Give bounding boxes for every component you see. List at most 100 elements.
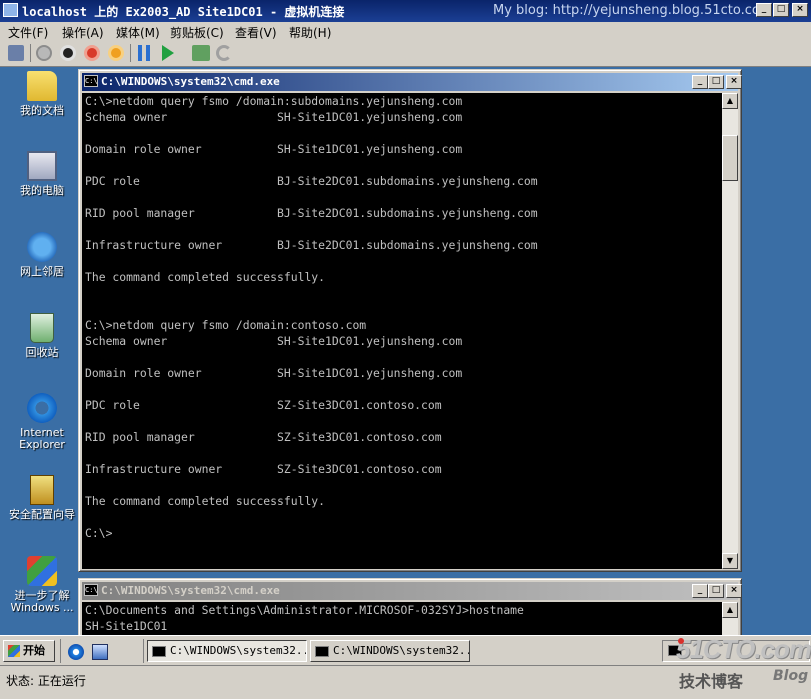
snapshot-icon[interactable] xyxy=(192,45,210,61)
menu-file[interactable]: 文件(F) xyxy=(8,24,48,41)
ctrl-alt-del-icon[interactable] xyxy=(8,45,24,61)
console-line: The command completed successfully. xyxy=(85,270,326,284)
menu-clipboard[interactable]: 剪贴板(C) xyxy=(170,24,224,41)
start-icon[interactable] xyxy=(36,45,52,61)
cmd-window-main-title: C:\WINDOWS\system32\cmd.exe xyxy=(101,75,280,88)
logo-red-dot-icon xyxy=(678,638,684,644)
cmd-main-minimize-button[interactable]: _ xyxy=(692,75,708,89)
menu-action[interactable]: 操作(A) xyxy=(62,24,104,41)
menu-help[interactable]: 帮助(H) xyxy=(289,24,331,41)
desktop-icon-my-documents[interactable]: 我的文档 xyxy=(4,71,80,117)
desktop-icon-network[interactable]: 网上邻居 xyxy=(4,232,80,278)
console-line: PDC role SZ-Site3DC01.contoso.com xyxy=(85,398,442,412)
cmd-main-console-output[interactable]: C:\>netdom query fsmo /domain:subdomains… xyxy=(82,93,722,569)
quick-launch-ie-icon[interactable] xyxy=(68,644,84,660)
internet-explorer-icon xyxy=(27,393,57,423)
host-menu-bar: 文件(F) 操作(A) 媒体(M) 剪贴板(C) 查看(V) 帮助(H) xyxy=(0,22,811,40)
vm-status-text: 状态: 正在运行 xyxy=(6,674,86,688)
cmd-secondary-console-output[interactable]: C:\Documents and Settings\Administrator.… xyxy=(82,602,722,635)
cmd-icon xyxy=(315,645,329,657)
host-window-title: localhost 上的 Ex2003_AD Site1DC01 - 虚拟机连接 xyxy=(22,5,345,19)
cmd-window-secondary-title: C:\WINDOWS\system32\cmd.exe xyxy=(101,584,280,597)
scroll-down-button[interactable]: ▼ xyxy=(722,553,738,569)
cmd-main-close-button[interactable]: × xyxy=(726,75,742,89)
host-toolbar xyxy=(0,40,811,67)
host-close-button[interactable]: × xyxy=(792,3,808,17)
console-line: C:\>netdom query fsmo /domain:contoso.co… xyxy=(85,318,367,332)
folder-icon xyxy=(27,71,57,101)
pause-icon[interactable] xyxy=(138,45,150,61)
console-line: SH-Site1DC01 xyxy=(85,619,168,633)
console-line: C:\> xyxy=(85,526,113,540)
scroll-up-button[interactable]: ▲ xyxy=(722,93,738,109)
cmd-icon: C:\ xyxy=(84,75,98,87)
console-line: C:\Documents and Settings\Administrator.… xyxy=(85,603,524,617)
cmd-window-main[interactable]: C:\ C:\WINDOWS\system32\cmd.exe _ □ × C:… xyxy=(78,69,742,572)
start-button[interactable]: 开始 xyxy=(3,640,55,662)
quick-launch-show-desktop-icon[interactable] xyxy=(92,644,108,660)
console-line: Schema owner SH-Site1DC01.yejunsheng.com xyxy=(85,334,463,348)
recycle-bin-icon xyxy=(30,313,54,343)
cmd-window-secondary-title-bar[interactable]: C:\ C:\WINDOWS\system32\cmd.exe _ □ × xyxy=(82,582,742,600)
host-title-bar: localhost 上的 Ex2003_AD Site1DC01 - 虚拟机连接… xyxy=(0,0,811,22)
console-line: C:\>netdom query fsmo /domain:subdomains… xyxy=(85,94,463,108)
resume-icon[interactable] xyxy=(162,45,174,61)
cmd-secondary-close-button[interactable]: × xyxy=(726,584,742,598)
console-line: Domain role owner SH-Site1DC01.yejunshen… xyxy=(85,366,463,380)
vm-connection-icon xyxy=(3,3,18,17)
console-line: Infrastructure owner BJ-Site2DC01.subdom… xyxy=(85,238,538,252)
scroll-thumb[interactable] xyxy=(722,135,738,181)
cmd-secondary-minimize-button[interactable]: _ xyxy=(692,584,708,598)
turn-off-icon[interactable] xyxy=(60,45,76,61)
cmd-main-scrollbar[interactable]: ▲ ▼ xyxy=(722,93,738,569)
menu-view[interactable]: 查看(V) xyxy=(235,24,277,41)
desktop-icon-recycle-bin[interactable]: 回收站 xyxy=(4,313,80,359)
security-wizard-icon xyxy=(30,475,54,505)
cmd-window-secondary[interactable]: C:\ C:\WINDOWS\system32\cmd.exe _ □ × C:… xyxy=(78,578,742,635)
desktop-icon-my-computer[interactable]: 我的电脑 xyxy=(4,151,80,197)
site-logo: 51CTO.com 技术博客 Blog xyxy=(676,634,811,691)
reset-icon[interactable] xyxy=(108,45,124,61)
cmd-icon: C:\ xyxy=(84,584,98,596)
desktop-icon-learn-windows[interactable]: 进一步了解 Windows ... xyxy=(4,556,80,614)
scroll-up-button[interactable]: ▲ xyxy=(722,602,738,618)
desktop-icon-security-wizard[interactable]: 安全配置向导 xyxy=(4,475,80,521)
windows-logo-icon xyxy=(8,645,20,657)
host-minimize-button[interactable]: _ xyxy=(756,3,772,17)
console-line: Domain role owner SH-Site1DC01.yejunshen… xyxy=(85,142,463,156)
revert-icon[interactable] xyxy=(216,45,232,61)
shutdown-icon[interactable] xyxy=(84,45,100,61)
console-line: RID pool manager SZ-Site3DC01.contoso.co… xyxy=(85,430,442,444)
console-line: RID pool manager BJ-Site2DC01.subdomains… xyxy=(85,206,538,220)
guest-desktop: 我的文档 我的电脑 网上邻居 回收站 Internet Explorer 安全配… xyxy=(0,67,811,635)
desktop-icon-internet-explorer[interactable]: Internet Explorer xyxy=(4,393,80,451)
cmd-secondary-maximize-button[interactable]: □ xyxy=(708,584,724,598)
cmd-icon xyxy=(152,645,166,657)
computer-icon xyxy=(27,151,57,181)
cmd-main-maximize-button[interactable]: □ xyxy=(708,75,724,89)
console-line: Schema owner SH-Site1DC01.yejunsheng.com xyxy=(85,110,463,124)
console-line: The command completed successfully. xyxy=(85,494,326,508)
host-maximize-button[interactable]: □ xyxy=(773,3,789,17)
cmd-window-main-title-bar[interactable]: C:\ C:\WINDOWS\system32\cmd.exe _ □ × xyxy=(82,73,742,91)
network-icon xyxy=(27,232,57,262)
blog-watermark: My blog: http://yejunsheng.blog.51cto.co… xyxy=(493,3,773,18)
menu-media[interactable]: 媒体(M) xyxy=(116,24,160,41)
cmd-secondary-scrollbar[interactable]: ▲ xyxy=(722,602,738,635)
console-line: PDC role BJ-Site2DC01.subdomains.yejunsh… xyxy=(85,174,538,188)
taskbar-task-cmd-2[interactable]: C:\WINDOWS\system32... xyxy=(310,640,470,662)
taskbar-task-cmd-1[interactable]: C:\WINDOWS\system32... xyxy=(147,640,307,662)
windows-tour-icon xyxy=(27,556,57,586)
